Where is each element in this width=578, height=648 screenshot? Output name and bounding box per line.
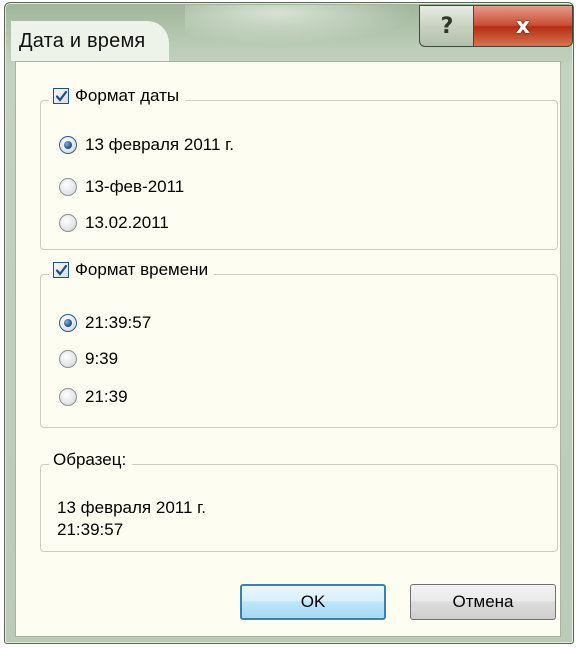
sample-legend: Образец: [49,450,133,470]
date-format-checkbox[interactable] [53,88,69,104]
date-format-label: Формат даты [75,86,180,105]
checkmark-icon [55,90,67,102]
close-icon: x [515,13,531,39]
date-option-label: 13-фев-2011 [85,177,185,196]
dialog-window: Дата и время ? x Формат даты 13 февраля … [4,2,574,644]
sample-date-line: 13 февраля 2011 г. [57,498,206,517]
checkmark-icon [55,264,67,276]
dialog-client-area: Формат даты 13 февраля 2011 г. 13-фев-20… [15,61,561,637]
radio-button[interactable] [59,314,77,332]
time-option-label: 9:39 [85,349,119,368]
date-format-legend: Формат даты [49,86,186,106]
close-button[interactable]: x [473,5,573,47]
time-format-label: Формат времени [75,260,209,279]
ok-button[interactable]: OK [240,584,386,620]
date-option-long[interactable]: 13 февраля 2011 г. [59,135,234,155]
sample-time-line: 21:39:57 [57,520,124,539]
time-format-checkbox[interactable] [53,262,69,278]
time-format-legend: Формат времени [49,260,215,280]
time-option-24h[interactable]: 21:39 [59,387,128,407]
radio-button[interactable] [59,350,77,368]
date-option-label: 13.02.2011 [85,213,169,232]
time-format-group: Формат времени 21:39:57 9:39 21:39 [40,260,558,428]
help-button[interactable]: ? [419,5,475,47]
radio-button[interactable] [59,136,77,154]
title-bar[interactable]: Дата и время [11,21,170,61]
time-option-label: 21:39 [85,387,128,406]
question-icon: ? [440,13,454,39]
date-format-group: Формат даты 13 февраля 2011 г. 13-фев-20… [40,86,558,250]
date-option-short-month[interactable]: 13-фев-2011 [59,177,184,197]
radio-button[interactable] [59,178,77,196]
time-option-label: 21:39:57 [85,313,152,332]
time-option-12h[interactable]: 9:39 [59,349,118,369]
sample-label: Образец: [53,450,127,469]
cancel-button[interactable]: Отмена [410,584,556,620]
radio-button[interactable] [59,214,77,232]
sample-group: Образец: 13 февраля 2011 г. 21:39:57 [40,450,558,552]
radio-button[interactable] [59,388,77,406]
time-option-full[interactable]: 21:39:57 [59,313,151,333]
titlebar-background [185,5,415,45]
date-option-label: 13 февраля 2011 г. [85,135,234,154]
window-title: Дата и время [19,29,146,52]
date-option-numeric[interactable]: 13.02.2011 [59,213,169,233]
sample-preview: 13 февраля 2011 г. 21:39:57 [57,497,206,541]
